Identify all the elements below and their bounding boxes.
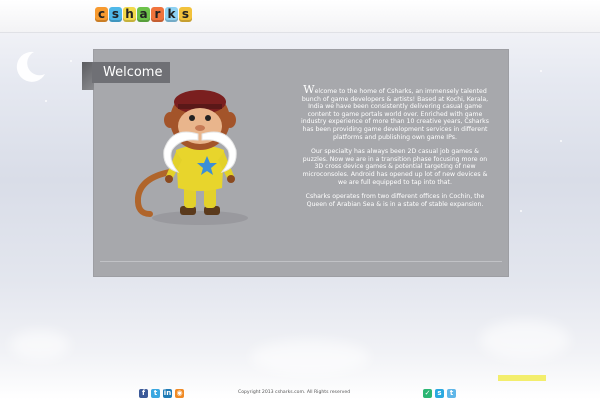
twitter-icon-right[interactable]: t bbox=[447, 389, 456, 398]
rss-icon[interactable]: ◉ bbox=[175, 389, 184, 398]
welcome-text: Welcome to the home of Csharks, an immen… bbox=[300, 83, 490, 215]
panel-divider bbox=[100, 261, 502, 262]
social-links-right: ✓ s t bbox=[423, 389, 456, 398]
linkedin-icon[interactable]: in bbox=[163, 389, 172, 398]
logo-letter: k bbox=[165, 7, 178, 22]
star bbox=[520, 210, 522, 212]
cloud bbox=[250, 340, 370, 375]
monkey-mascot-illustration bbox=[134, 90, 248, 225]
csharks-logo[interactable]: csharks bbox=[95, 7, 192, 22]
facebook-icon[interactable]: f bbox=[139, 389, 148, 398]
moon-icon bbox=[16, 51, 45, 82]
star bbox=[560, 140, 562, 142]
skype-icon[interactable]: s bbox=[435, 389, 444, 398]
copyright-text: Copyright 2013 csharks.com. All Rights r… bbox=[238, 390, 351, 395]
paragraph-1-text: elcome to the home of Csharks, an immens… bbox=[301, 88, 489, 141]
footer: f t in ◉ Copyright 2013 csharks.com. All Ri… bbox=[0, 386, 600, 400]
logo-letter: r bbox=[151, 7, 164, 22]
cloud bbox=[10, 330, 70, 360]
welcome-paragraph-2: Our specialty has always been 2D casual … bbox=[302, 148, 488, 186]
green-share-icon[interactable]: ✓ bbox=[423, 389, 432, 398]
star bbox=[540, 70, 542, 72]
logo-letter: a bbox=[137, 7, 150, 22]
logo-letter: s bbox=[179, 7, 192, 22]
logo-letter: h bbox=[123, 7, 136, 22]
social-links-left: f t in ◉ bbox=[139, 389, 184, 398]
star bbox=[70, 60, 72, 62]
welcome-paragraph-1: Welcome to the home of Csharks, an immen… bbox=[300, 83, 490, 141]
star bbox=[45, 100, 47, 102]
welcome-paragraph-3: Csharks operates from two different offi… bbox=[305, 193, 485, 208]
logo-letter: c bbox=[95, 7, 108, 22]
twitter-icon[interactable]: t bbox=[151, 389, 160, 398]
cloud bbox=[480, 320, 570, 360]
top-bar: csharks bbox=[0, 0, 600, 33]
yellow-highlight-bar bbox=[498, 375, 546, 381]
dropcap-letter: W bbox=[303, 83, 315, 96]
logo-letter: s bbox=[109, 7, 122, 22]
